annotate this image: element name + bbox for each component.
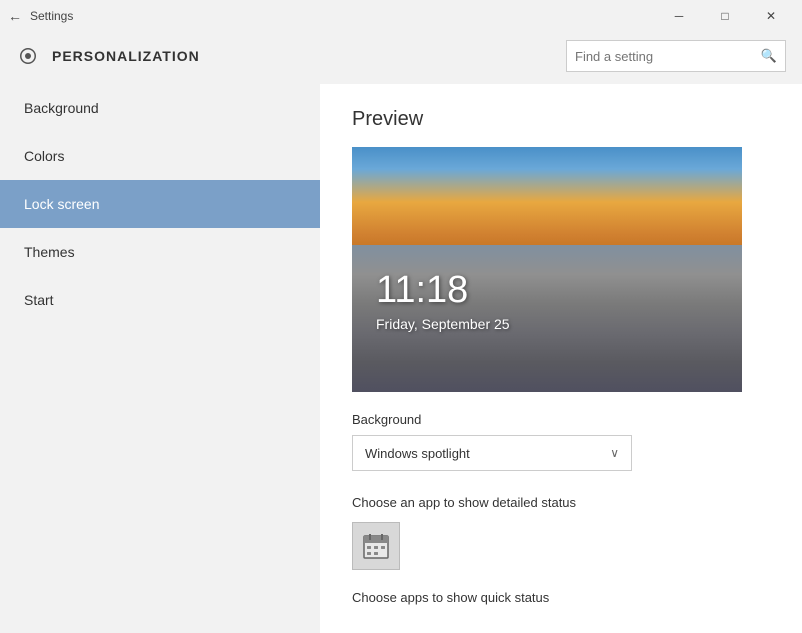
search-box[interactable]: 🔍 — [566, 40, 786, 72]
background-field-label: Background — [352, 412, 770, 427]
titlebar-title: Settings — [30, 9, 656, 23]
search-input[interactable] — [575, 49, 761, 64]
background-dropdown[interactable]: Windows spotlight ∨ — [352, 435, 632, 471]
quick-status-label: Choose apps to show quick status — [352, 590, 770, 605]
header: PERSONALIZATION 🔍 — [0, 32, 802, 84]
detailed-status-label: Choose an app to show detailed status — [352, 495, 770, 510]
dropdown-value: Windows spotlight — [365, 446, 610, 461]
content-area: Preview 11:18 Friday, September 25 Backg… — [320, 84, 802, 633]
detailed-status-app-button[interactable] — [352, 522, 400, 570]
minimize-button[interactable]: ─ — [656, 0, 702, 32]
sidebar-item-label-start: Start — [24, 292, 54, 308]
sidebar-item-lock-screen[interactable]: Lock screen — [0, 180, 320, 228]
close-button[interactable]: ✕ — [748, 0, 794, 32]
calendar-icon — [362, 532, 390, 560]
maximize-button[interactable]: □ — [702, 0, 748, 32]
preview-time: 11:18 — [376, 269, 468, 312]
chevron-down-icon: ∨ — [610, 446, 619, 460]
header-title: PERSONALIZATION — [52, 48, 554, 64]
back-button[interactable]: ← — [8, 8, 22, 24]
titlebar: ← Settings ─ □ ✕ — [0, 0, 802, 32]
lock-screen-preview: 11:18 Friday, September 25 — [352, 147, 742, 392]
main-layout: Background Colors Lock screen Themes Sta… — [0, 84, 802, 633]
sidebar-item-themes[interactable]: Themes — [0, 228, 320, 276]
search-icon: 🔍 — [761, 48, 777, 64]
section-title: Preview — [352, 108, 770, 131]
window-controls: ─ □ ✕ — [656, 0, 794, 32]
preview-sky — [352, 147, 742, 257]
sidebar-item-label-background: Background — [24, 100, 99, 116]
preview-image: 11:18 Friday, September 25 — [352, 147, 742, 392]
sidebar-item-label-themes: Themes — [24, 244, 75, 260]
sidebar-item-label-colors: Colors — [24, 148, 64, 164]
sidebar-item-background[interactable]: Background — [0, 84, 320, 132]
personalization-icon — [16, 44, 40, 68]
sidebar-item-start[interactable]: Start — [0, 276, 320, 324]
sidebar-item-label-lock-screen: Lock screen — [24, 196, 99, 212]
preview-date: Friday, September 25 — [376, 316, 510, 332]
sidebar-item-colors[interactable]: Colors — [0, 132, 320, 180]
sidebar: Background Colors Lock screen Themes Sta… — [0, 84, 320, 633]
